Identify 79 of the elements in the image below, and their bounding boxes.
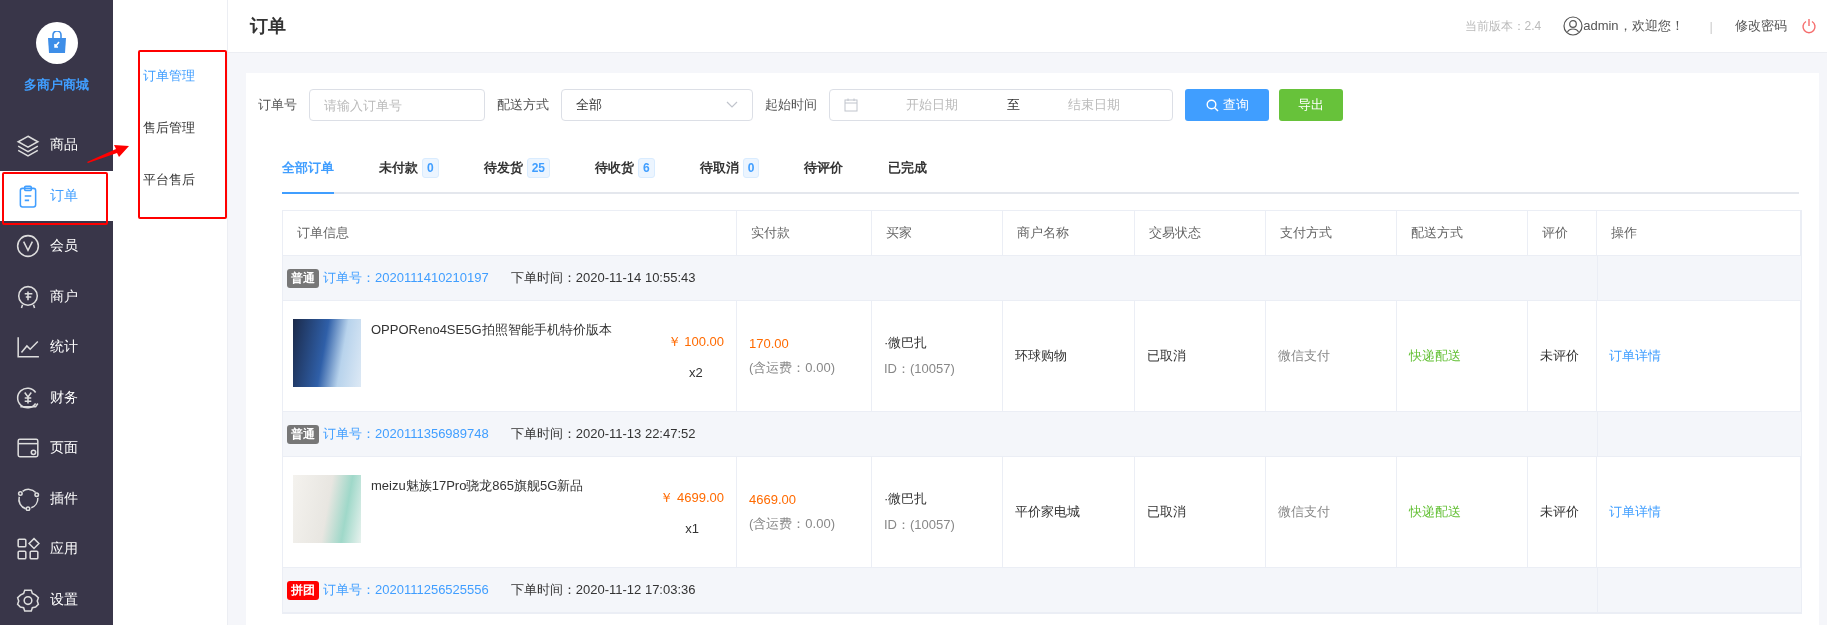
gear-icon (16, 587, 40, 612)
change-password-link[interactable]: 修改密码 (1735, 17, 1787, 35)
submenu-item[interactable]: 平台售后 (143, 172, 195, 188)
sidebar-item[interactable]: 页面 (0, 423, 113, 474)
review-status: 未评价 (1540, 347, 1580, 365)
order-type-tag: 普通 (287, 424, 319, 444)
shipping-fee-text: (含运费：0.00) (749, 358, 836, 377)
delivery-dropdown[interactable]: 全部 (561, 89, 753, 121)
chevron-down-icon (726, 101, 738, 109)
line-chart-icon (16, 335, 40, 360)
sidebar-item[interactable]: 财务 (0, 372, 113, 424)
grid-icon (16, 537, 40, 562)
review-status: 未评价 (1540, 503, 1580, 521)
user-icon (1563, 16, 1584, 36)
order-time-text: 下单时间：2020-11-13 22:47:52 (510, 425, 696, 443)
filter-label: 起始时间 (765, 96, 817, 114)
sidebar-item[interactable]: 统计 (0, 322, 113, 373)
order-time-text: 下单时间：2020-11-12 17:03:36 (510, 581, 696, 599)
order-tab[interactable]: 已完成 (888, 143, 928, 194)
payment-method: 微信支付 (1278, 503, 1331, 521)
paid-amount: 4669.00 (749, 491, 797, 507)
buyer-id: ID：(10057) (884, 516, 956, 534)
product-price: ￥ 100.00 (667, 333, 724, 351)
count-badge: 6 (638, 157, 655, 178)
filter-label: 订单号 (258, 96, 297, 114)
buyer-name: ·微巴扎 (884, 490, 929, 508)
order-time-text: 下单时间：2020-11-14 10:55:43 (510, 269, 696, 287)
circular-arrows-icon (16, 486, 40, 511)
photo-placeholder (293, 319, 361, 387)
merchant-name: 环球购物 (1015, 347, 1068, 365)
product-name: OPPOReno4SE5G拍照智能手机特价版本 (371, 321, 613, 339)
delivery-method: 快递配送 (1409, 503, 1462, 521)
count-badge: 0 (422, 157, 439, 178)
date-range-field[interactable]: 开始日期 至 结束日期 (829, 89, 1173, 121)
order-tab[interactable]: 未付款 0 (379, 143, 439, 194)
product-price: ￥ 4699.00 (660, 489, 724, 507)
order-tab[interactable]: 待评价 (804, 143, 844, 194)
count-badge: 0 (742, 157, 760, 178)
product-quantity: x2 (688, 365, 703, 380)
shipping-fee-text: (含运费：0.00) (749, 514, 836, 533)
payment-method: 微信支付 (1278, 347, 1331, 365)
shopping-bag-logo (35, 22, 78, 64)
delivery-method: 快递配送 (1409, 347, 1462, 365)
status-text: 已取消 (1147, 347, 1187, 365)
layers-icon (16, 133, 40, 158)
photo-placeholder (293, 475, 361, 543)
search-icon (1205, 98, 1219, 112)
order-tab[interactable]: 待发货 25 (483, 143, 551, 194)
welcome-text: admin，欢迎您！ (1583, 17, 1684, 35)
submenu-item[interactable]: 售后管理 (143, 120, 195, 136)
version-text: 当前版本：2.4 (1464, 17, 1542, 35)
order-tab[interactable]: 待取消 0 (699, 143, 760, 194)
brand-name: 多商户商城 (24, 76, 89, 94)
sidebar-item[interactable]: 插件 (0, 473, 113, 525)
sidebar-item[interactable]: 商品 (0, 120, 113, 171)
order-number-field[interactable]: 请输入订单号 (309, 89, 485, 121)
badge-circle-icon (16, 284, 40, 309)
product-name: meizu魅族17Pro骁龙865旗舰5G新品 (371, 477, 585, 495)
calendar-icon (844, 98, 858, 112)
buyer-id: ID：(10057) (884, 360, 956, 378)
paid-amount: 170.00 (749, 335, 790, 351)
filter-label: 配送方式 (497, 96, 549, 114)
power-icon[interactable] (1801, 18, 1817, 34)
sidebar-item[interactable]: 会员 (0, 221, 113, 272)
order-tab[interactable]: 待收货 6 (595, 143, 655, 194)
sidebar-item[interactable]: 设置 (0, 574, 113, 625)
order-type-tag: 普通 (287, 268, 319, 288)
sidebar-item[interactable]: 商户 (0, 271, 113, 323)
separator-text: | (1709, 18, 1713, 34)
order-type-tag: 拼团 (287, 580, 319, 600)
buyer-name: ·微巴扎 (884, 334, 929, 352)
count-badge: 25 (526, 157, 551, 178)
page-title: 订单 (250, 15, 287, 38)
product-quantity: x1 (685, 521, 700, 536)
sidebar-item[interactable]: 应用 (0, 524, 113, 575)
status-text: 已取消 (1147, 503, 1187, 521)
v-circle-icon (16, 234, 40, 259)
merchant-name: 平价家电城 (1015, 503, 1081, 521)
coin-hand-icon (16, 385, 40, 410)
